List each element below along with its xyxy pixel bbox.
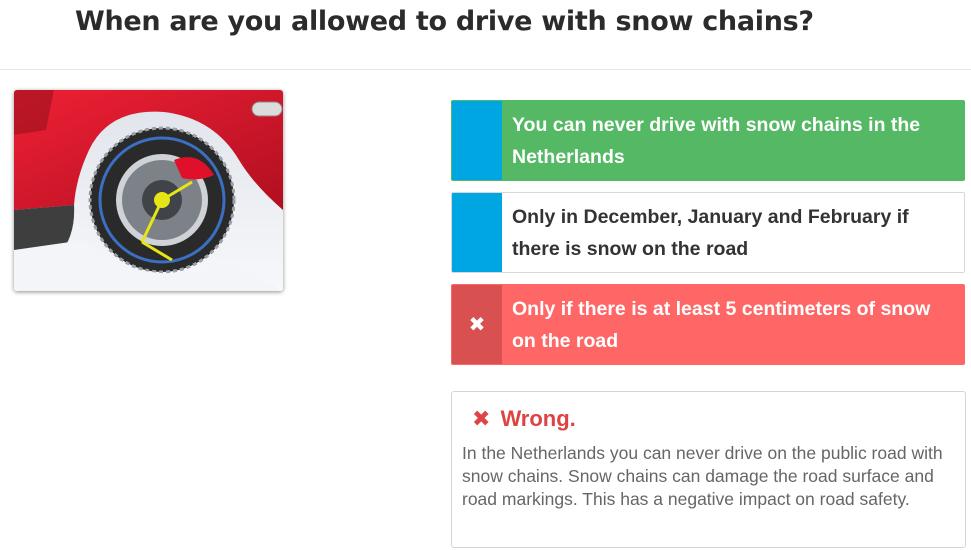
close-icon: ✖	[452, 285, 502, 364]
answer-option-3[interactable]: ✖ Only if there is at least 5 centimeter…	[451, 284, 965, 365]
answer-text: Only if there is at least 5 centimeters …	[512, 297, 931, 352]
answer-text: You can never drive with snow chains in …	[512, 113, 921, 168]
question-image	[14, 90, 283, 291]
feedback-panel: ✖ Wrong. In the Netherlands you can neve…	[451, 391, 966, 548]
question-header: When are you allowed to drive with snow …	[0, 0, 971, 70]
answer-marker	[452, 101, 502, 180]
feedback-text: In the Netherlands you can never drive o…	[462, 443, 943, 509]
answer-marker	[452, 193, 502, 272]
answer-option-2[interactable]: Only in December, January and February i…	[451, 192, 965, 273]
close-icon: ✖	[472, 406, 491, 431]
answer-option-1[interactable]: You can never drive with snow chains in …	[451, 100, 965, 181]
car-wheel-snow-chains-image	[14, 90, 283, 291]
feedback-title: Wrong.	[500, 406, 576, 431]
answer-text: Only in December, January and February i…	[512, 205, 909, 260]
question-title: When are you allowed to drive with snow …	[75, 6, 814, 37]
